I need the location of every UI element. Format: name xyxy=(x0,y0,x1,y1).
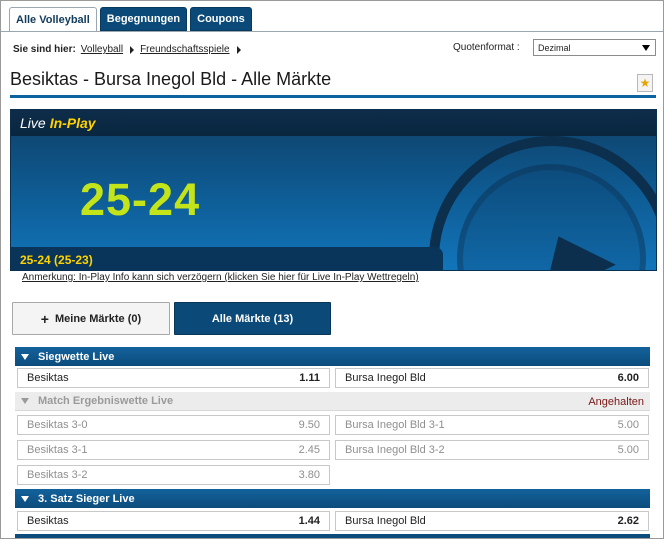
my-markets-label: Meine Märkte (0) xyxy=(54,312,142,325)
next-market-header-edge xyxy=(15,534,650,538)
selection-price: 5.00 xyxy=(617,419,639,431)
breadcrumb-arrow-icon xyxy=(236,45,241,54)
selection-button[interactable]: Besiktas 1.44 xyxy=(17,511,330,531)
plus-icon: + xyxy=(40,310,49,327)
selection-button: Bursa Inegol Bld 3-2 5.00 xyxy=(335,440,649,460)
inplay-label: In-Play xyxy=(49,115,96,131)
live-inplay-panel: Live In-Play 25-24 25-24 (25-23) xyxy=(10,109,657,271)
top-tabs: Alle Volleyball Begegnungen Coupons xyxy=(9,7,252,32)
selection-price: 2.62 xyxy=(617,515,639,527)
inplay-logo-graphic xyxy=(429,136,656,270)
breadcrumb-link-freundschaftsspiele[interactable]: Freundschaftsspiele xyxy=(140,44,230,55)
selection-name: Bursa Inegol Bld xyxy=(345,515,426,527)
selection-button: Besiktas 3-0 9.50 xyxy=(17,415,330,435)
selection-price: 2.45 xyxy=(298,444,320,456)
caret-down-icon xyxy=(642,45,650,51)
my-markets-button[interactable]: + Meine Märkte (0) xyxy=(12,302,170,335)
selection-name: Besiktas xyxy=(27,515,69,527)
market-header-match-ergebniswette-live[interactable]: Match Ergebniswette Live Angehalten xyxy=(15,392,650,411)
selection-price: 1.11 xyxy=(299,372,320,384)
breadcrumb-arrow-icon xyxy=(130,45,135,54)
selection-name: Besiktas 3-1 xyxy=(27,444,88,456)
page-title: Besiktas - Bursa Inegol Bld - Alle Märkt… xyxy=(10,69,332,89)
collapse-triangle-icon xyxy=(21,495,29,502)
collapse-triangle-icon xyxy=(21,398,29,404)
market-header-3-satz-sieger-live[interactable]: 3. Satz Sieger Live xyxy=(15,489,650,508)
selection-price: 9.50 xyxy=(298,419,320,431)
market-header-siegwette-live[interactable]: Siegwette Live xyxy=(15,347,650,366)
selection-name: Bursa Inegol Bld 3-1 xyxy=(345,419,445,431)
live-label: Live xyxy=(20,115,46,131)
market-title: Siegwette Live xyxy=(38,350,115,363)
breadcrumb-link-volleyball[interactable]: Volleyball xyxy=(81,44,123,55)
live-score: 25-24 xyxy=(80,174,201,225)
live-inplay-header: Live In-Play xyxy=(11,110,656,136)
selection-name: Bursa Inegol Bld xyxy=(345,372,426,384)
selection-name: Bursa Inegol Bld 3-2 xyxy=(345,444,445,456)
breadcrumb-label: Sie sind hier: xyxy=(13,44,76,55)
all-markets-button[interactable]: Alle Märkte (13) xyxy=(174,302,331,335)
favourite-button[interactable]: ★ xyxy=(637,74,653,92)
market-title: Match Ergebniswette Live xyxy=(38,395,174,407)
selection-button: Besiktas 3-1 2.45 xyxy=(17,440,330,460)
selection-price: 6.00 xyxy=(617,372,639,384)
selection-button: Bursa Inegol Bld 3-1 5.00 xyxy=(335,415,649,435)
selection-price: 1.44 xyxy=(298,515,320,527)
market-title: 3. Satz Sieger Live xyxy=(38,492,135,505)
set-score: 25-24 (25-23) xyxy=(11,247,443,270)
tab-begegnungen[interactable]: Begegnungen xyxy=(99,7,188,31)
collapse-triangle-icon xyxy=(21,353,29,360)
breadcrumb: Sie sind hier: Volleyball Freundschaftss… xyxy=(13,44,247,55)
selection-button[interactable]: Bursa Inegol Bld 6.00 xyxy=(335,368,649,388)
page-frame: Alle Volleyball Begegnungen Coupons Sie … xyxy=(0,0,664,539)
inplay-delay-note-link[interactable]: Anmerkung: In-Play Info kann sich verzög… xyxy=(22,272,419,283)
selection-button: Besiktas 3-2 3.80 xyxy=(17,465,330,485)
selection-price: 3.80 xyxy=(298,469,320,481)
selection-price: 5.00 xyxy=(617,444,639,456)
selection-name: Besiktas 3-0 xyxy=(27,419,88,431)
selection-button[interactable]: Besiktas 1.11 xyxy=(17,368,330,388)
odds-format-label: Quotenformat : xyxy=(453,42,520,53)
star-icon: ★ xyxy=(639,76,651,90)
odds-format-select[interactable]: Dezimal xyxy=(533,39,656,56)
selection-button[interactable]: Bursa Inegol Bld 2.62 xyxy=(335,511,649,531)
selection-name: Besiktas 3-2 xyxy=(27,469,88,481)
market-status-suspended: Angehalten xyxy=(588,396,644,408)
tab-alle-volleyball[interactable]: Alle Volleyball xyxy=(9,7,97,32)
selection-name: Besiktas xyxy=(27,372,69,384)
tab-coupons[interactable]: Coupons xyxy=(190,7,252,31)
odds-format-value: Dezimal xyxy=(538,42,571,53)
tab-divider xyxy=(1,31,663,32)
title-rule xyxy=(10,95,656,98)
